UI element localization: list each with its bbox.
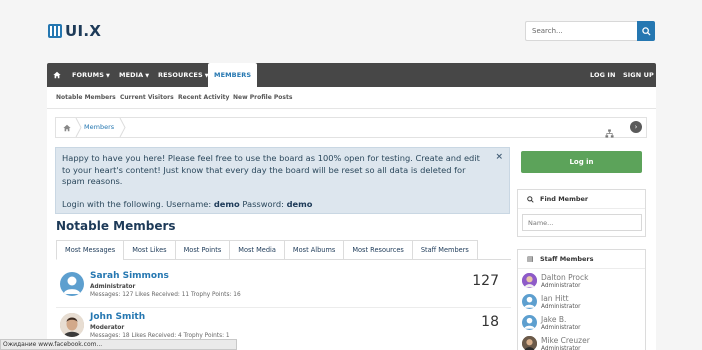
nav-media[interactable]: MEDIA ▼: [119, 63, 149, 87]
staff-role: Administrator: [541, 346, 581, 350]
member-name-input[interactable]: [522, 214, 642, 231]
page-title: Notable Members: [56, 219, 176, 233]
avatar[interactable]: [522, 273, 537, 288]
user-photo-icon: [60, 313, 84, 337]
nav-forums-label: FORUMS: [72, 71, 104, 79]
user-silhouette-icon: [524, 317, 535, 329]
tab-most-resources[interactable]: Most Resources: [343, 240, 412, 260]
notice-login-prefix: Login with the following. Username:: [62, 198, 214, 209]
find-member-block: Find Member: [517, 189, 646, 237]
avatar[interactable]: [522, 315, 537, 330]
notice-login-info: Login with the following. Username: demo…: [62, 199, 489, 211]
subnav-notable-members[interactable]: Notable Members: [56, 87, 116, 109]
main-nav: FORUMS ▼ MEDIA ▼ RESOURCES ▼ MEMBERS LOG IN…: [47, 63, 656, 87]
sub-nav: Notable Members Current Visitors Recent …: [47, 87, 656, 109]
find-member-header: Find Member: [518, 190, 645, 209]
logo-text: UI.X: [65, 22, 102, 40]
search-icon: [527, 190, 534, 211]
member-role: Moderator: [90, 325, 125, 331]
staff-name[interactable]: Mike Creuzer: [541, 336, 590, 345]
breadcrumb-separator-icon: [75, 118, 82, 137]
tab-staff-members[interactable]: Staff Members: [411, 240, 478, 260]
caret-down-icon: ▼: [145, 73, 150, 79]
member-role: Administrator: [90, 284, 136, 290]
tab-bar: Most Messages Most Likes Most Points Mos…: [56, 240, 511, 260]
staff-name[interactable]: Ian Hitt: [541, 294, 569, 303]
browser-status-bar: Ожидание www.facebook.com...: [0, 339, 237, 350]
user-silhouette-icon: [63, 276, 81, 294]
notice-password-label: Password:: [239, 198, 287, 209]
nav-media-label: MEDIA: [119, 71, 144, 79]
nav-members-label: MEMBERS: [214, 71, 252, 79]
breadcrumb-members[interactable]: Members: [84, 118, 114, 137]
avatar[interactable]: [60, 272, 84, 296]
find-member-title: Find Member: [540, 195, 589, 203]
staff-item[interactable]: Dalton Prock Administrator: [522, 273, 642, 293]
tab-most-messages[interactable]: Most Messages: [56, 240, 124, 260]
nav-home[interactable]: [53, 63, 61, 87]
chevron-right-circle-icon[interactable]: ›: [630, 121, 642, 133]
member-row: Sarah Simmons Administrator Messages: 12…: [56, 269, 511, 307]
notice-password: demo: [286, 198, 313, 209]
breadcrumb: Members ›: [55, 117, 647, 138]
search-button[interactable]: [637, 21, 655, 41]
nav-members[interactable]: MEMBERS: [208, 63, 258, 87]
caret-down-icon: ▼: [106, 73, 110, 79]
member-count: 18: [481, 314, 499, 330]
staff-role: Administrator: [541, 304, 581, 310]
tab-most-albums[interactable]: Most Albums: [283, 240, 344, 260]
subnav-current-visitors[interactable]: Current Visitors: [120, 87, 174, 109]
staff-item[interactable]: Ian Hitt Administrator: [522, 294, 642, 314]
staff-name[interactable]: Dalton Prock: [541, 273, 589, 282]
staff-members-header: ▤ Staff Members: [518, 250, 645, 269]
nav-signup-label: SIGN UP: [623, 71, 654, 79]
staff-name[interactable]: Jake B.: [541, 315, 566, 324]
staff-members-title: Staff Members: [540, 255, 594, 263]
login-button[interactable]: Log in: [521, 151, 642, 173]
home-icon: [63, 124, 71, 131]
staff-item[interactable]: Jake B. Administrator: [522, 315, 642, 335]
member-stats: Messages: 127 Likes Received: 11 Trophy …: [90, 292, 241, 298]
sitemap-icon[interactable]: [605, 123, 614, 142]
home-icon: [53, 71, 61, 79]
tab-most-media[interactable]: Most Media: [229, 240, 284, 260]
site-logo[interactable]: UI.X: [48, 22, 101, 40]
nav-resources[interactable]: RESOURCES ▼: [158, 63, 209, 87]
avatar[interactable]: [60, 313, 84, 337]
logo-icon: [48, 24, 62, 38]
staff-members-block: ▤ Staff Members Dalton Prock Administrat…: [517, 249, 646, 350]
member-name[interactable]: Sarah Simmons: [90, 271, 169, 281]
subnav-recent-activity[interactable]: Recent Activity: [178, 87, 229, 109]
nav-login[interactable]: LOG IN: [590, 63, 616, 87]
divider: [56, 307, 511, 308]
search-input[interactable]: [525, 21, 637, 41]
close-icon[interactable]: ×: [495, 152, 503, 164]
subnav-new-profile-posts[interactable]: New Profile Posts: [233, 87, 292, 109]
staff-role: Administrator: [541, 283, 581, 289]
notice-username: demo: [213, 198, 240, 209]
notice-banner: Happy to have you here! Please feel free…: [55, 147, 510, 214]
member-count: 127: [472, 273, 499, 289]
search-icon: [641, 26, 651, 36]
notice-text: Happy to have you here! Please feel free…: [62, 153, 480, 186]
avatar[interactable]: [522, 336, 537, 350]
tab-most-points[interactable]: Most Points: [174, 240, 230, 260]
user-photo-icon: [522, 273, 537, 288]
member-name[interactable]: John Smith: [90, 312, 145, 322]
avatar[interactable]: [522, 294, 537, 309]
list-icon: ▤: [527, 255, 534, 263]
nav-login-label: LOG IN: [590, 71, 616, 79]
user-silhouette-icon: [524, 296, 535, 308]
staff-role: Administrator: [541, 325, 581, 331]
user-photo-icon: [522, 336, 537, 350]
nav-signup[interactable]: SIGN UP: [623, 63, 654, 87]
staff-item[interactable]: Mike Creuzer Administrator: [522, 336, 642, 350]
nav-resources-label: RESOURCES: [158, 71, 203, 79]
tab-most-likes[interactable]: Most Likes: [123, 240, 175, 260]
search-box: [525, 21, 655, 41]
nav-forums[interactable]: FORUMS ▼: [72, 63, 110, 87]
breadcrumb-separator-icon: [119, 118, 126, 137]
